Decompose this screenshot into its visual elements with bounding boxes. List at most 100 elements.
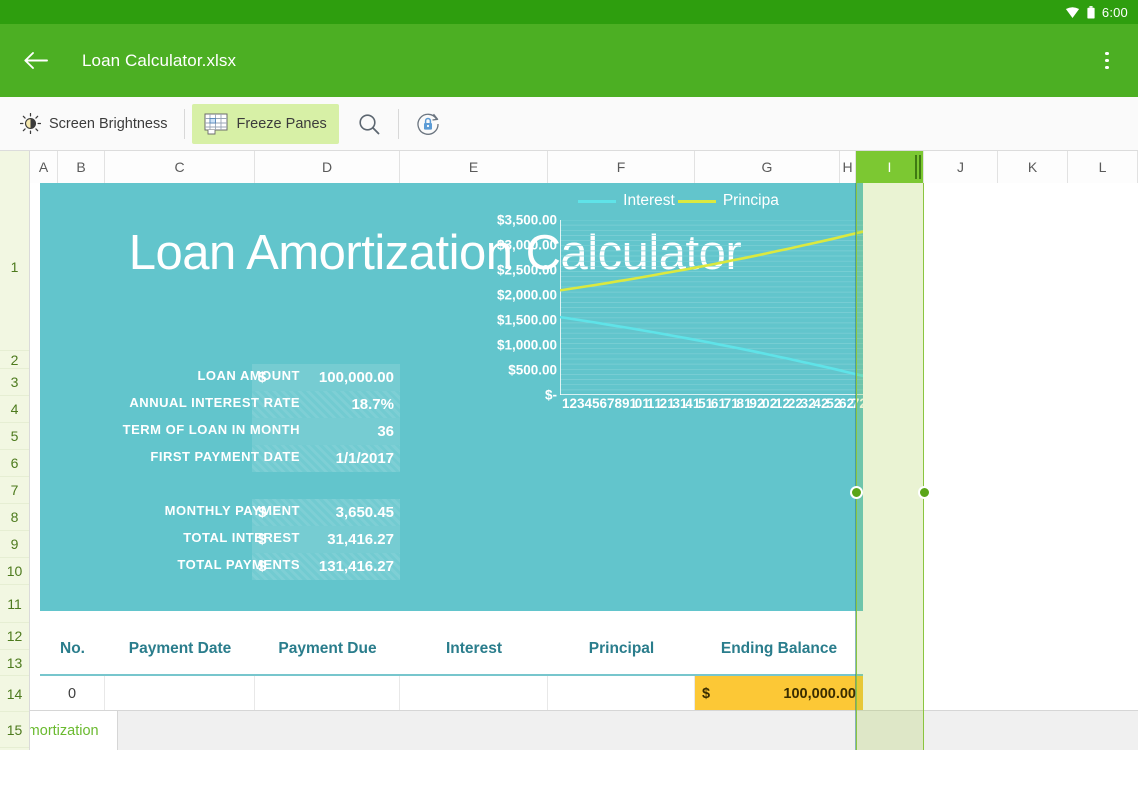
chart-xtick: 19 — [744, 396, 757, 411]
table-cell[interactable] — [548, 676, 695, 712]
freeze-panes-label: Freeze Panes — [236, 115, 327, 132]
chart-xtick: 24 — [808, 396, 821, 411]
row-header-15[interactable]: 15 — [0, 712, 29, 748]
summary-value-2: $131,416.27 — [252, 553, 400, 580]
input-value-3[interactable]: 1/1/2017 — [252, 445, 400, 472]
cell-canvas[interactable]: Loan Amortization Calculator LOAN AMOUNT… — [30, 183, 1138, 750]
row-header-9[interactable]: 9 — [0, 531, 29, 558]
chart-xtick: 6 — [599, 396, 608, 411]
column-resize-grip[interactable] — [919, 155, 921, 179]
row-header-4[interactable]: 4 — [0, 396, 29, 423]
row-header-2[interactable]: 2 — [0, 351, 29, 369]
grid-wrapper: 12345678910111213141516 Loan Amortizatio… — [0, 183, 1138, 750]
value-text: 18.7% — [351, 396, 394, 413]
table-cell[interactable]: 0 — [40, 676, 105, 712]
currency-symbol: $ — [258, 531, 267, 548]
android-status-bar: 6:00 — [0, 0, 1138, 24]
table-header-0: No. — [60, 639, 85, 657]
chart-plot-area: $- $500.00 $1,000.00 $1,500.00 $2,000.00 $2,5… — [490, 213, 863, 411]
spreadsheet[interactable]: ABCDEFGHIJKL 12345678910111213141516 Loa… — [0, 151, 1138, 750]
chart-xtick: 10 — [629, 396, 643, 411]
column-header-i[interactable]: I — [856, 151, 924, 183]
currency-symbol: $ — [258, 558, 267, 575]
selection-handle-right[interactable] — [918, 486, 931, 499]
column-header-l[interactable]: L — [1068, 151, 1138, 183]
chart-xtick: 2 — [569, 396, 578, 411]
row-header-13[interactable]: 13 — [0, 650, 29, 676]
toolbar-divider — [184, 108, 186, 139]
input-value-0[interactable]: $100,000.00 — [252, 364, 400, 391]
column-header-a[interactable]: A — [30, 151, 58, 183]
chart-ytick-5: $2,500.00 — [496, 262, 557, 278]
chart-x-ticks: 1 2 3 4 5 6 7 8 9 10 11 12 13 14 15 16 17 18 19 20 21 22 23 24 2… — [562, 395, 863, 415]
arrow-back-icon — [23, 52, 48, 69]
column-header-j[interactable]: J — [924, 151, 998, 183]
app-bar: Loan Calculator.xlsx — [0, 24, 1138, 97]
chart-ytick-1: $500.00 — [508, 362, 557, 378]
back-button[interactable] — [14, 40, 56, 82]
chart-xtick: 9 — [622, 396, 630, 411]
table-cell[interactable] — [105, 676, 255, 712]
value-text: 1/1/2017 — [335, 450, 394, 467]
column-header-k[interactable]: K — [998, 151, 1068, 183]
chart-xtick: 25 — [820, 396, 834, 411]
legend-label-interest: Interest — [623, 192, 675, 209]
table-cell[interactable] — [255, 676, 400, 712]
overflow-menu-button[interactable] — [1092, 44, 1122, 78]
chart-xtick: 4 — [584, 396, 593, 411]
row-header-1[interactable]: 1 — [0, 183, 29, 351]
table-header-1: Payment Date — [128, 639, 232, 657]
table-cell[interactable] — [400, 676, 548, 712]
column-header-b[interactable]: B — [58, 151, 105, 183]
chart-xtick: 18 — [731, 396, 744, 411]
row-header-12[interactable]: 12 — [0, 623, 29, 650]
value-text: 3,650.45 — [335, 504, 394, 521]
value-text: 31,416.27 — [327, 531, 394, 548]
search-button[interactable] — [347, 102, 391, 146]
chart-xtick: 14 — [680, 396, 693, 411]
column-header-f[interactable]: F — [548, 151, 695, 183]
row-header-16[interactable]: 16 — [0, 748, 29, 750]
lock-rotation-button[interactable] — [406, 102, 450, 146]
chart-xtick: 11 — [642, 396, 654, 411]
chart-xtick: 15 — [692, 396, 706, 411]
chart-ytick-3: $1,500.00 — [496, 312, 557, 328]
legend-swatch-principal — [677, 199, 716, 203]
chart-xtick: 13 — [667, 396, 680, 411]
row-header-11[interactable]: 11 — [0, 585, 29, 623]
chart-ytick-6: $3,000.00 — [496, 237, 557, 253]
freeze-panes-button[interactable]: Freeze Panes — [192, 103, 339, 144]
table-cell[interactable]: $100,000.00 — [695, 676, 863, 712]
column-header-g[interactable]: G — [695, 151, 840, 183]
row-header-6[interactable]: 6 — [0, 450, 29, 477]
chart-xtick: 21 — [769, 396, 783, 411]
row-header-5[interactable]: 5 — [0, 423, 29, 450]
column-header-e[interactable]: E — [400, 151, 548, 183]
column-header-d[interactable]: D — [255, 151, 400, 183]
column-header-h[interactable]: H — [840, 151, 856, 183]
chart-xtick: 8 — [614, 396, 623, 411]
legend-label-principal: Principa — [722, 192, 779, 209]
table-header-5: Ending Balance — [720, 639, 838, 657]
chart-ytick-4: $2,000.00 — [496, 287, 557, 303]
row-header-7[interactable]: 7 — [0, 477, 29, 504]
table-header-3: Interest — [446, 639, 502, 657]
column-selection-overlay — [856, 183, 924, 750]
row-header-10[interactable]: 10 — [0, 558, 29, 585]
input-value-1[interactable]: 18.7% — [252, 391, 400, 418]
screen-brightness-button[interactable]: Screen Brightness — [10, 104, 177, 144]
select-all-corner[interactable] — [0, 151, 30, 183]
currency-symbol: $ — [258, 369, 267, 386]
summary-value-0: $3,650.45 — [252, 499, 400, 526]
column-resize-grip[interactable] — [915, 155, 917, 179]
row-header-8[interactable]: 8 — [0, 504, 29, 531]
status-bar-clock: 6:00 — [1101, 4, 1128, 20]
column-header-c[interactable]: C — [105, 151, 255, 183]
column-headers: ABCDEFGHIJKL — [0, 151, 1138, 183]
row-header-14[interactable]: 14 — [0, 676, 29, 712]
table-row[interactable]: 0 $100,000.00 — [40, 676, 863, 712]
row-header-3[interactable]: 3 — [0, 369, 29, 396]
selection-handle-left[interactable] — [850, 486, 863, 499]
chart-legend: Interest Principa — [490, 188, 863, 214]
input-value-2[interactable]: 36 — [252, 418, 400, 445]
